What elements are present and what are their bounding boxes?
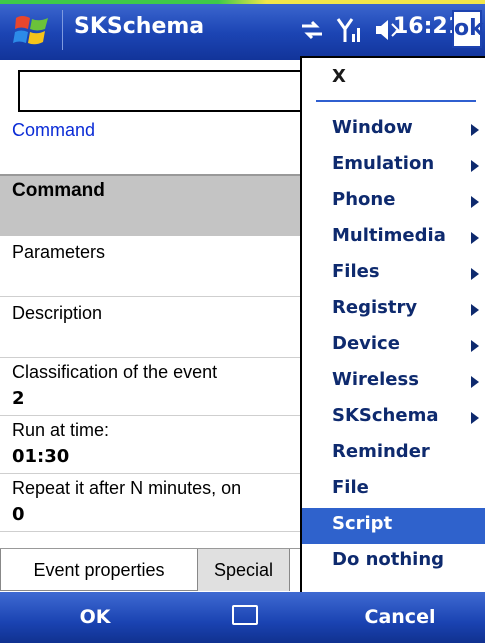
property-value: 01:30: [12, 446, 70, 467]
submenu-arrow-icon: [471, 304, 479, 316]
menu-item-multimedia[interactable]: Multimedia: [302, 220, 485, 256]
menu-item-files[interactable]: Files: [302, 256, 485, 292]
property-header-label: Command: [12, 180, 105, 201]
submenu-arrow-icon: [471, 232, 479, 244]
menu-item-label: Phone: [332, 189, 396, 210]
menu-item-label: Multimedia: [332, 225, 446, 246]
menu-item-label: Script: [332, 513, 393, 534]
title-bar: SKSchema 16:21 ok: [0, 0, 485, 60]
property-row-classification[interactable]: Classification of the event 2: [0, 358, 300, 416]
status-icons: [300, 12, 402, 48]
property-label: Description: [12, 303, 103, 323]
property-label: Classification of the event: [12, 362, 218, 382]
menu-item-do-nothing[interactable]: Do nothing: [302, 544, 485, 580]
submenu-arrow-icon: [471, 160, 479, 172]
menu-close-button[interactable]: X: [332, 66, 346, 87]
connectivity-icon[interactable]: [300, 18, 324, 42]
property-value: 0: [12, 504, 25, 525]
menu-item-registry[interactable]: Registry: [302, 292, 485, 328]
submenu-arrow-icon: [471, 412, 479, 424]
menu-item-script[interactable]: Script: [302, 508, 485, 544]
menu-item-label: Wireless: [332, 369, 419, 390]
command-link[interactable]: Command: [12, 120, 95, 141]
submenu-arrow-icon: [471, 124, 479, 136]
menu-item-label: Emulation: [332, 153, 435, 174]
property-list: Command Parameters Description Classific…: [0, 174, 300, 586]
tab-special[interactable]: Special: [198, 549, 290, 591]
keyboard-icon[interactable]: [232, 605, 258, 625]
property-label: Repeat it after N minutes, on: [12, 478, 242, 498]
windows-start-icon[interactable]: [12, 12, 52, 50]
submenu-arrow-icon: [471, 268, 479, 280]
submenu-arrow-icon: [471, 196, 479, 208]
property-label: Parameters: [12, 242, 106, 262]
softkey-bar: OK Cancel: [0, 592, 485, 643]
menu-item-skschema[interactable]: SKSchema: [302, 400, 485, 436]
title-ok-button[interactable]: ok: [452, 10, 484, 48]
title-divider: [62, 10, 63, 50]
ok-softkey[interactable]: OK: [40, 592, 150, 643]
menu-item-label: Reminder: [332, 441, 430, 462]
menu-item-label: Do nothing: [332, 549, 445, 570]
menu-item-reminder[interactable]: Reminder: [302, 436, 485, 472]
property-row-parameters[interactable]: Parameters: [0, 236, 300, 297]
title-accent-strip: [0, 0, 485, 4]
menu-item-label: Files: [332, 261, 380, 282]
app-title: SKSchema: [74, 14, 205, 39]
menu-item-label: Registry: [332, 297, 418, 318]
menu-item-phone[interactable]: Phone: [302, 184, 485, 220]
cancel-softkey[interactable]: Cancel: [330, 592, 470, 643]
command-input[interactable]: [18, 70, 348, 112]
menu-separator: [316, 100, 476, 102]
menu-item-label: File: [332, 477, 369, 498]
property-row-repeat[interactable]: Repeat it after N minutes, on 0: [0, 474, 300, 532]
menu-item-window[interactable]: Window: [302, 112, 485, 148]
property-row-description[interactable]: Description: [0, 297, 300, 358]
tab-event-properties[interactable]: Event properties: [0, 549, 198, 591]
submenu-arrow-icon: [471, 376, 479, 388]
property-row-run-time[interactable]: Run at time: 01:30: [0, 416, 300, 474]
menu-item-device[interactable]: Device: [302, 328, 485, 364]
signal-strength-icon[interactable]: [336, 16, 362, 44]
menu-item-label: SKSchema: [332, 405, 439, 426]
property-value: 2: [12, 388, 25, 409]
popup-menu: X Window Emulation Phone Multimedia File…: [300, 56, 485, 592]
menu-item-emulation[interactable]: Emulation: [302, 148, 485, 184]
property-label: Run at time:: [12, 420, 110, 440]
menu-item-label: Window: [332, 117, 413, 138]
menu-item-label: Device: [332, 333, 400, 354]
property-header[interactable]: Command: [0, 174, 300, 236]
menu-item-wireless[interactable]: Wireless: [302, 364, 485, 400]
tab-bar: Event properties Special: [0, 548, 300, 593]
menu-item-file[interactable]: File: [302, 472, 485, 508]
submenu-arrow-icon: [471, 340, 479, 352]
